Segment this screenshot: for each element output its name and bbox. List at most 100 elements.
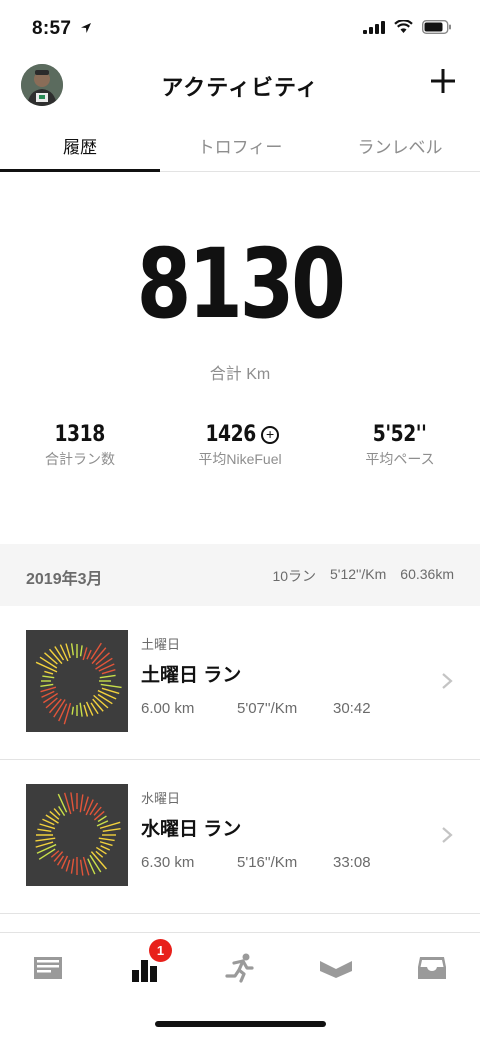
summary-stats: 1318 合計ラン数 1426 + 平均NikeFuel 5'52'' 平均ペース: [0, 422, 480, 469]
burst-stroke: [83, 704, 89, 717]
run-duration: 30:42: [333, 700, 371, 717]
notification-badge: 1: [149, 939, 172, 962]
burst-stroke: [98, 837, 115, 842]
burst-stroke: [42, 675, 55, 679]
run-icon: [225, 953, 254, 983]
header: アクティビティ: [0, 56, 480, 114]
feed-icon: [34, 957, 62, 979]
stat-avg-nikefuel: 1426 + 平均NikeFuel: [160, 422, 320, 469]
status-time-text: 8:57: [32, 18, 72, 39]
burst-stroke: [97, 815, 107, 823]
total-distance-label: 合計 Km: [209, 366, 271, 383]
stat-label: 平均NikeFuel: [198, 451, 282, 467]
run-day: 水曜日: [141, 791, 181, 806]
tabbar-run[interactable]: [220, 951, 260, 985]
run-distance: 6.00 km: [141, 700, 195, 717]
tab-history[interactable]: 履歴: [0, 118, 160, 172]
stat-value: 1318: [54, 422, 106, 447]
status-icons: [363, 20, 452, 34]
add-button[interactable]: [428, 66, 458, 96]
burst-stroke: [95, 652, 110, 666]
run-title: 水曜日 ラン: [141, 819, 242, 840]
burst-stroke: [95, 850, 104, 858]
plus-icon: [431, 69, 455, 93]
segment-tabs: 履歴 トロフィー ランレベル: [0, 118, 480, 172]
burst-stroke: [35, 661, 58, 673]
tab-trophies[interactable]: トロフィー: [160, 118, 320, 171]
burst-stroke: [48, 698, 62, 714]
burst-stroke: [82, 647, 88, 661]
burst-stroke: [40, 683, 54, 687]
run-day: 土曜日: [141, 637, 181, 652]
month-section-header: 2019年3月 10ラン 5'12''/Km 60.36km: [0, 544, 480, 606]
page-title: アクティビティ: [161, 75, 319, 100]
burst-stroke: [89, 854, 102, 873]
burst-stroke: [90, 642, 102, 660]
burst-stroke: [35, 841, 54, 848]
month-avg-pace: 5'12''/Km: [330, 566, 387, 582]
burst-stroke: [39, 823, 56, 830]
burst-stroke: [65, 643, 71, 659]
nikefuel-icon: +: [261, 426, 280, 444]
burst-stroke: [79, 645, 83, 657]
burst-stroke: [86, 649, 92, 660]
chevron-right-icon: [442, 673, 453, 689]
location-arrow-icon: [80, 21, 92, 37]
run-map-thumbnail: [26, 784, 128, 886]
total-distance-value: 8130: [137, 228, 346, 340]
burst-stroke: [37, 828, 52, 832]
burst-stroke: [65, 859, 71, 872]
tabbar-activity[interactable]: 1: [124, 939, 172, 985]
run-title: 土曜日 ラン: [141, 665, 242, 686]
burst-stroke: [83, 796, 89, 812]
tabbar-club[interactable]: [316, 951, 356, 985]
stat-total-runs: 1318 合計ラン数: [0, 422, 160, 469]
burst-stroke: [79, 794, 84, 813]
burst-stroke: [70, 858, 75, 874]
month-run-count: 10ラン: [272, 568, 317, 584]
stat-label: 平均ペース: [365, 451, 435, 467]
run-map-thumbnail: [26, 630, 128, 732]
run-list-item[interactable]: 水曜日 水曜日 ラン 6.30 km 5'16''/Km 33:08: [0, 760, 480, 914]
burst-stroke: [70, 792, 75, 812]
inbox-icon: [418, 957, 446, 979]
stat-label: 合計ラン数: [45, 451, 115, 467]
month-summary: 10ラン 5'12''/Km 60.36km: [272, 566, 454, 586]
burst-stroke: [102, 828, 121, 832]
burst-stroke: [35, 837, 56, 842]
status-bar: 8:57: [0, 0, 480, 56]
tabbar-inbox[interactable]: [412, 951, 452, 985]
tabbar-feed[interactable]: [28, 951, 68, 985]
burst-stroke: [79, 859, 84, 876]
burst-stroke: [44, 670, 54, 675]
burst-stroke: [79, 702, 83, 717]
burst-stroke: [71, 706, 74, 715]
status-time: 8:57: [32, 18, 92, 40]
burst-stroke: [48, 648, 63, 665]
chevron-right-icon: [442, 827, 453, 843]
run-metrics: 6.30 km 5'16''/Km 33:08: [141, 854, 371, 871]
stat-value: 1426: [205, 422, 256, 447]
burst-stroke: [101, 669, 116, 675]
run-duration: 33:08: [333, 854, 371, 871]
burst-stroke: [99, 841, 113, 847]
run-pace: 5'07''/Km: [237, 700, 298, 717]
burst-stroke: [70, 643, 74, 656]
total-distance: 8130: [0, 236, 480, 332]
month-distance: 60.36km: [400, 566, 454, 582]
tab-run-level[interactable]: ランレベル: [320, 118, 480, 171]
stat-value: 5'52'': [373, 422, 427, 447]
burst-stroke: [39, 656, 58, 669]
run-distance: 6.30 km: [141, 854, 195, 871]
home-indicator: [155, 1021, 326, 1027]
wifi-icon: [394, 20, 413, 33]
run-pace: 5'16''/Km: [237, 854, 298, 871]
burst-stroke: [92, 698, 104, 712]
run-metrics: 6.00 km 5'07''/Km 30:42: [141, 700, 371, 717]
burst-stroke: [53, 808, 61, 816]
battery-icon: [422, 20, 451, 34]
run-list-item[interactable]: 土曜日 土曜日 ラン 6.00 km 5'07''/Km 30:42: [0, 606, 480, 760]
stat-avg-pace: 5'52'' 平均ペース: [320, 422, 480, 469]
burst-stroke: [101, 687, 120, 695]
burst-stroke: [99, 674, 116, 679]
